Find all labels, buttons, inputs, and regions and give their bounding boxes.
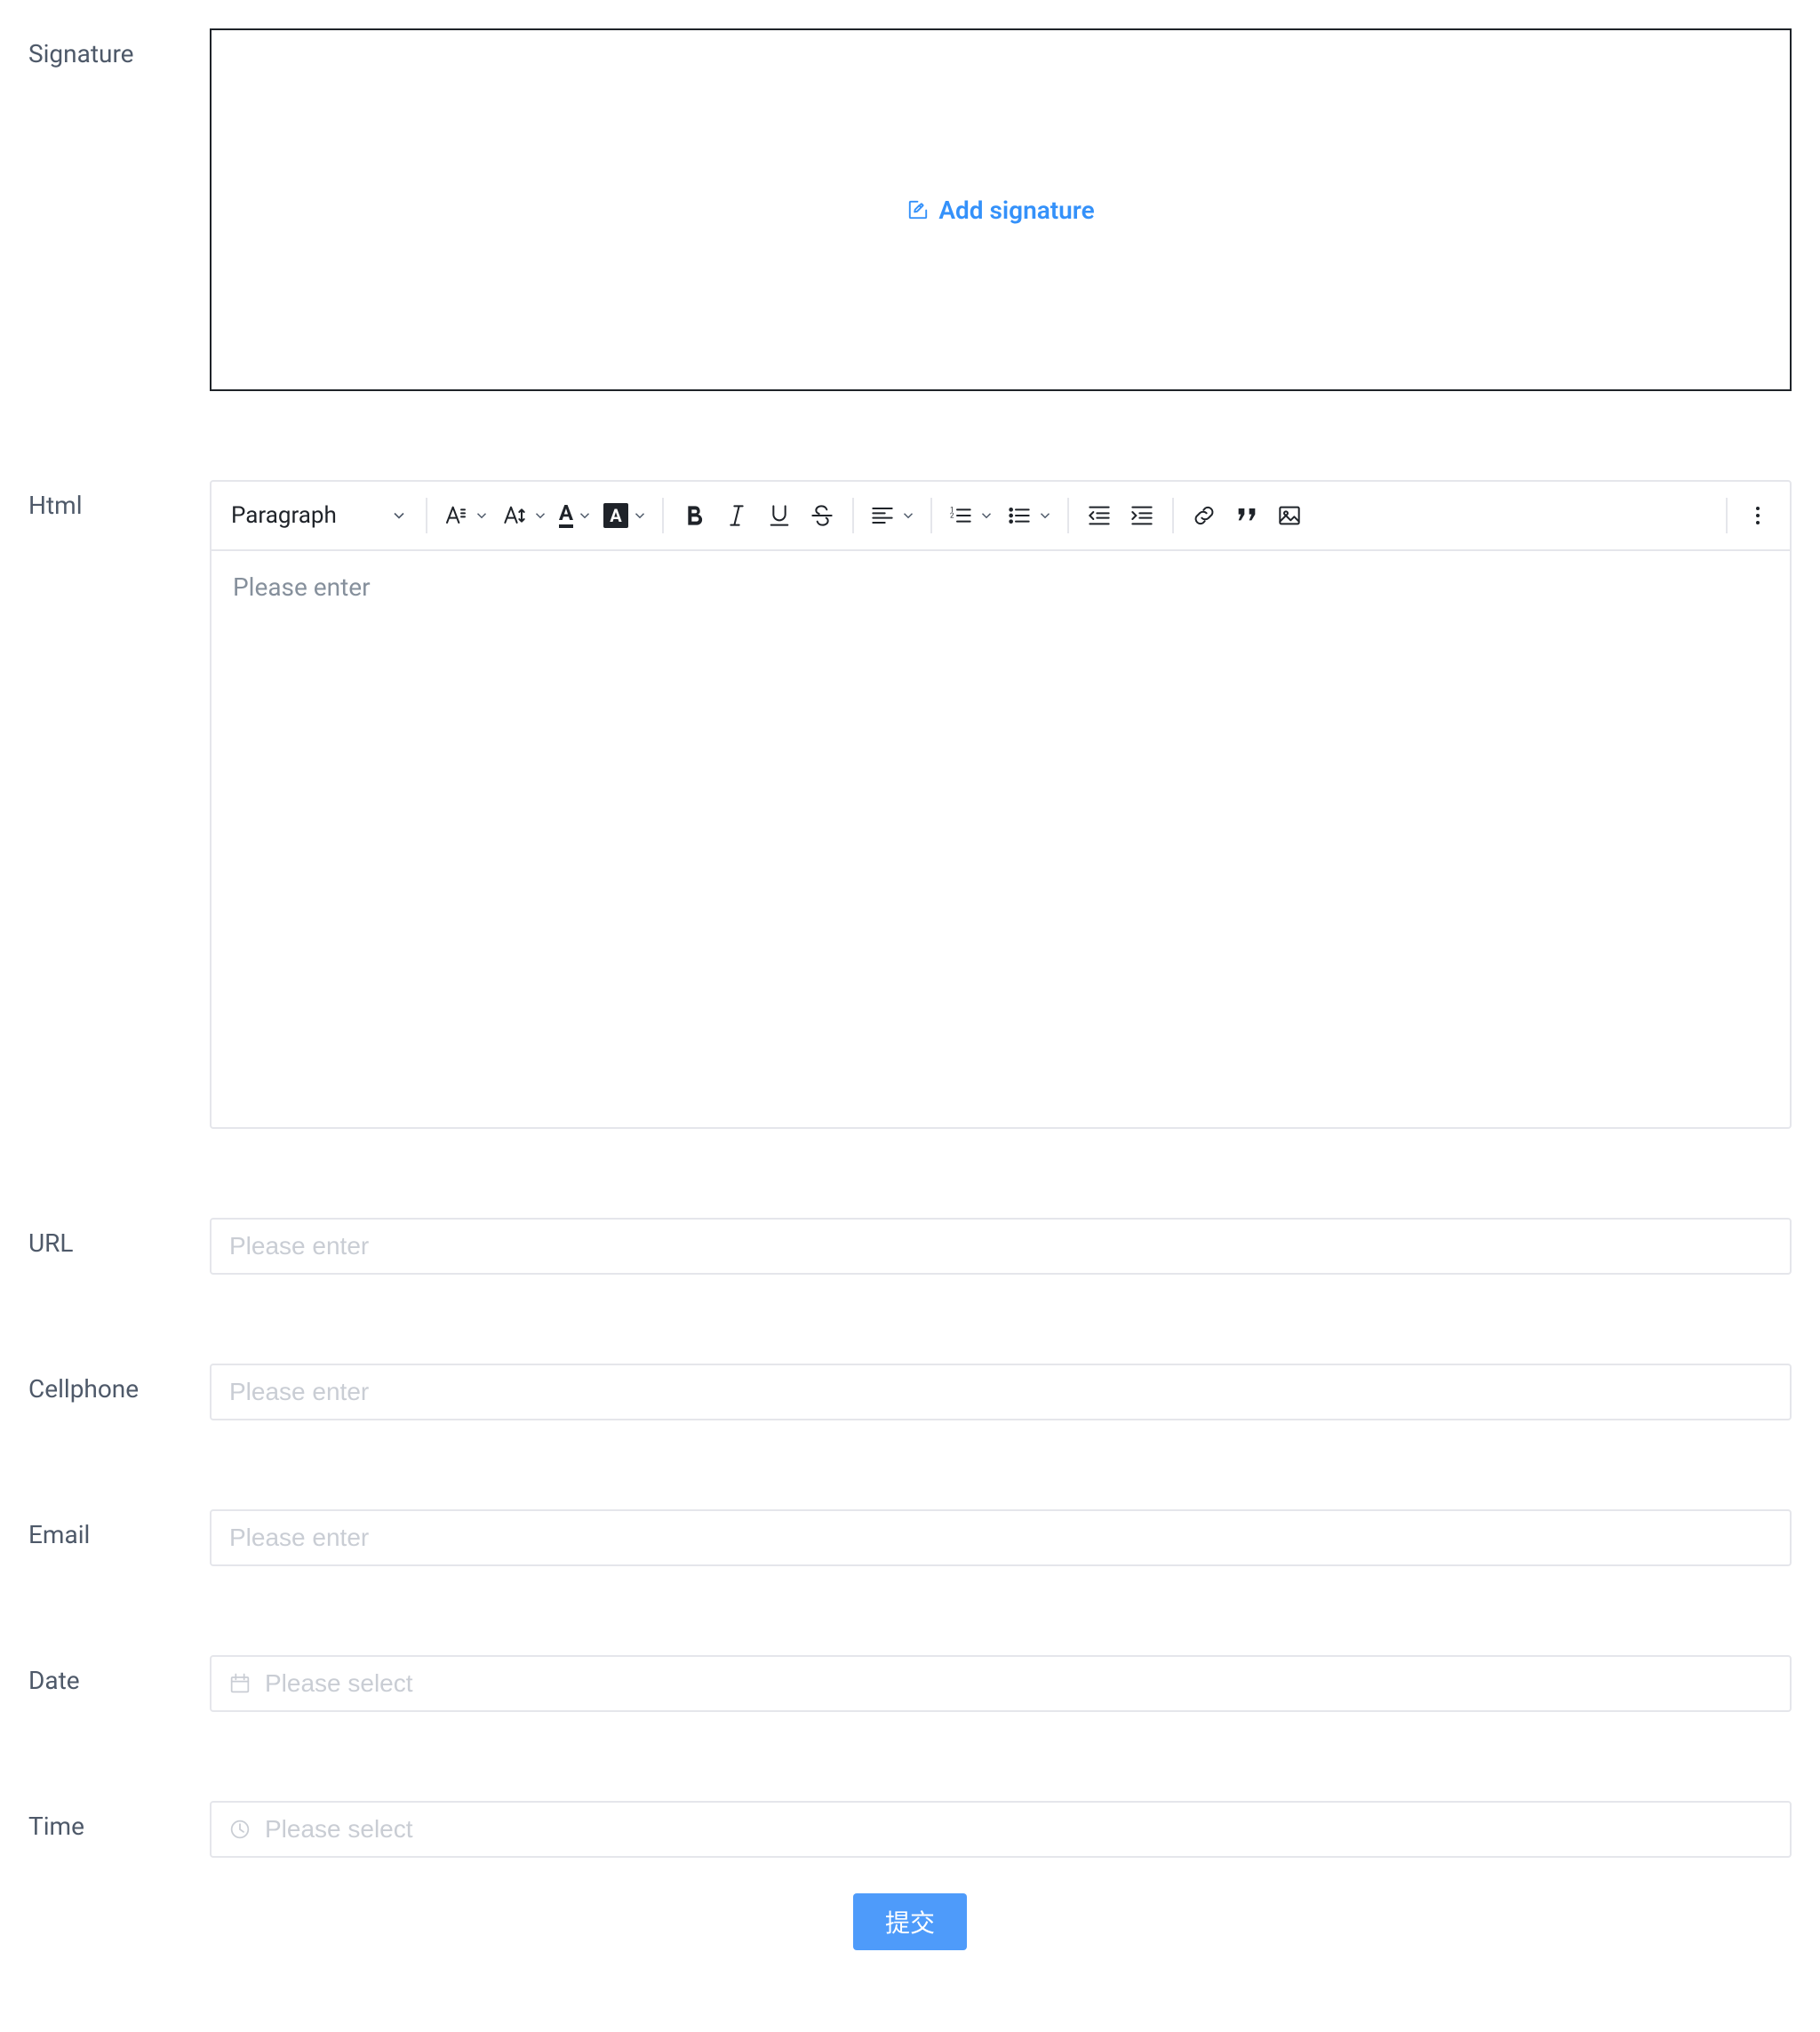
form-row-date: Date	[28, 1655, 1792, 1712]
label-signature: Signature	[28, 28, 210, 68]
align-button[interactable]	[863, 494, 922, 537]
label-url: URL	[28, 1218, 210, 1258]
link-button[interactable]	[1183, 494, 1225, 537]
font-color-icon: A	[559, 503, 573, 528]
label-date: Date	[28, 1655, 210, 1695]
strikethrough-icon	[808, 501, 836, 530]
more-vertical-icon	[1744, 501, 1772, 530]
link-icon	[1190, 501, 1218, 530]
unordered-list-icon	[1005, 501, 1034, 530]
field-time	[210, 1801, 1792, 1858]
submit-row: 提交	[28, 1893, 1792, 1950]
field-cellphone	[210, 1364, 1792, 1420]
field-html: Paragraph	[210, 480, 1792, 1129]
form-row-signature: Signature Add signature	[28, 28, 1792, 391]
chevron-down-icon	[532, 508, 548, 524]
font-size-icon	[500, 501, 529, 530]
time-input[interactable]	[210, 1801, 1792, 1858]
outdent-icon	[1085, 501, 1114, 530]
image-button[interactable]	[1268, 494, 1311, 537]
heading-selector-label: Paragraph	[231, 502, 337, 529]
url-input[interactable]	[210, 1218, 1792, 1275]
chevron-down-icon	[474, 508, 490, 524]
form-row-cellphone: Cellphone	[28, 1364, 1792, 1420]
chevron-down-icon	[978, 508, 994, 524]
outdent-button[interactable]	[1078, 494, 1121, 537]
bold-button[interactable]	[673, 494, 715, 537]
underline-icon	[765, 501, 794, 530]
underline-button[interactable]	[758, 494, 801, 537]
cellphone-input[interactable]	[210, 1364, 1792, 1420]
unordered-list-button[interactable]	[1000, 494, 1058, 537]
date-input[interactable]	[210, 1655, 1792, 1712]
quote-icon	[1233, 501, 1261, 530]
chevron-down-icon	[632, 508, 648, 524]
editor-toolbar: Paragraph	[212, 482, 1790, 551]
edit-icon	[906, 198, 930, 221]
bold-icon	[680, 501, 708, 530]
indent-button[interactable]	[1121, 494, 1163, 537]
highlight-icon: A	[603, 503, 628, 528]
form-row-html: Html Paragraph	[28, 480, 1792, 1129]
italic-icon	[722, 501, 751, 530]
email-input[interactable]	[210, 1509, 1792, 1566]
form-row-time: Time	[28, 1801, 1792, 1858]
editor-body[interactable]: Please enter	[212, 551, 1790, 1127]
font-family-icon	[442, 501, 470, 530]
label-cellphone: Cellphone	[28, 1364, 210, 1404]
field-url	[210, 1218, 1792, 1275]
field-date	[210, 1655, 1792, 1712]
strikethrough-button[interactable]	[801, 494, 843, 537]
font-family-button[interactable]	[436, 494, 495, 537]
form-row-url: URL	[28, 1218, 1792, 1275]
more-button[interactable]	[1736, 494, 1779, 537]
add-signature-button[interactable]: Add signature	[906, 196, 1094, 225]
chevron-down-icon	[390, 507, 408, 524]
submit-button[interactable]: 提交	[853, 1893, 967, 1950]
field-signature: Add signature	[210, 28, 1792, 391]
label-email: Email	[28, 1509, 210, 1549]
svg-text:2: 2	[950, 512, 954, 520]
field-email	[210, 1509, 1792, 1566]
chevron-down-icon	[1037, 508, 1053, 524]
font-color-button[interactable]: A	[554, 494, 598, 537]
signature-box[interactable]: Add signature	[210, 28, 1792, 391]
italic-button[interactable]	[715, 494, 758, 537]
clock-icon	[228, 1817, 252, 1842]
label-html: Html	[28, 480, 210, 520]
chevron-down-icon	[577, 508, 593, 524]
add-signature-label: Add signature	[938, 196, 1094, 225]
chevron-down-icon	[900, 508, 916, 524]
form-row-email: Email	[28, 1509, 1792, 1566]
indent-icon	[1128, 501, 1156, 530]
calendar-icon	[228, 1671, 252, 1696]
highlight-color-button[interactable]: A	[598, 494, 653, 537]
image-icon	[1275, 501, 1304, 530]
font-size-button[interactable]	[495, 494, 554, 537]
heading-selector[interactable]: Paragraph	[222, 494, 417, 537]
rich-text-editor: Paragraph	[210, 480, 1792, 1129]
label-time: Time	[28, 1801, 210, 1841]
ordered-list-icon: 12	[946, 501, 975, 530]
align-left-icon	[868, 501, 897, 530]
quote-button[interactable]	[1225, 494, 1268, 537]
ordered-list-button[interactable]: 12	[941, 494, 1000, 537]
